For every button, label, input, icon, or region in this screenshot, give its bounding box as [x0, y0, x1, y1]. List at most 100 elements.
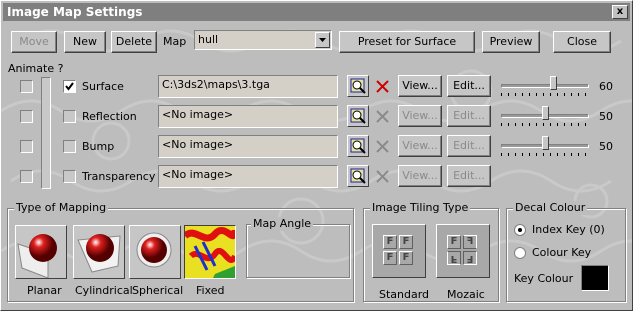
surface-browse-button[interactable] [347, 75, 369, 97]
cylindrical-mapping-button[interactable] [73, 225, 125, 279]
mozaic-tiling-button[interactable]: F F F F [436, 224, 490, 278]
map-select-value: hull [198, 33, 219, 46]
standard-tiling-button[interactable]: F F F F [372, 224, 426, 278]
colour-key-radio[interactable] [514, 247, 526, 259]
surface-label: Surface [82, 80, 124, 93]
spherical-label: Spherical [132, 284, 184, 297]
animate-label: Animate ? [8, 62, 64, 75]
key-colour-label: Key Colour [514, 272, 574, 285]
slider-thumb[interactable] [542, 136, 549, 150]
transparency-label: Transparency [82, 170, 156, 183]
animate-checkbox-reflection[interactable] [20, 110, 33, 123]
slider-thumb[interactable] [542, 106, 549, 120]
animate-checkbox-transparency[interactable] [20, 170, 33, 183]
bump-strength-slider[interactable] [501, 135, 589, 159]
reflection-strength-slider[interactable] [501, 105, 589, 129]
surface-view-button[interactable]: View... [398, 75, 442, 97]
slider-track [501, 84, 589, 88]
close-button[interactable]: Close [553, 31, 611, 53]
fixed-label: Fixed [196, 284, 225, 297]
surface-strength-slider[interactable] [501, 75, 589, 99]
slider-thumb[interactable] [550, 76, 557, 90]
cylindrical-map-icon [77, 234, 121, 273]
browse-icon [350, 168, 366, 184]
fixed-map-icon [185, 226, 235, 278]
animate-checkbox-surface[interactable] [20, 80, 33, 93]
chevron-down-icon[interactable] [315, 32, 330, 48]
tile-cell: F [463, 235, 477, 249]
delete-x-icon [376, 170, 389, 183]
spherical-map-icon [136, 232, 172, 268]
delete-x-icon [376, 140, 389, 153]
tile-cell: F [399, 251, 413, 265]
browse-icon [350, 138, 366, 154]
transparency-view-button[interactable]: View... [398, 165, 442, 187]
fixed-mapping-button[interactable] [184, 225, 236, 279]
window-title: Image Map Settings [7, 5, 143, 19]
browse-icon [350, 78, 366, 94]
bump-checkbox[interactable] [63, 140, 76, 153]
spherical-mapping-button[interactable] [129, 225, 181, 279]
bump-edit-button[interactable]: Edit... [447, 135, 491, 157]
transparency-path-field[interactable]: <No image> [158, 165, 338, 188]
tile-cell: F [383, 235, 397, 249]
surface-strength-value: 60 [599, 80, 613, 93]
checkmark-icon [65, 82, 74, 91]
transparency-browse-button[interactable] [347, 165, 369, 187]
title-close-button[interactable]: x [612, 5, 628, 19]
planar-mapping-button[interactable] [15, 225, 67, 279]
surface-checkbox[interactable] [63, 80, 76, 93]
animate-checkbox-bump[interactable] [20, 140, 33, 153]
standard-tiling-icon: F F F F [381, 233, 417, 269]
map-select[interactable]: hull [194, 30, 332, 50]
bump-view-button[interactable]: View... [398, 135, 442, 157]
tile-cell: F [463, 251, 477, 265]
surface-edit-button[interactable]: Edit... [447, 75, 491, 97]
reflection-path-field[interactable]: <No image> [158, 105, 338, 128]
preview-button[interactable]: Preview [482, 31, 540, 53]
index-key-label: Index Key (0) [532, 223, 605, 236]
browse-icon [350, 108, 366, 124]
slider-ticks [501, 93, 589, 96]
tile-cell: F [383, 251, 397, 265]
transparency-clear-button[interactable] [372, 167, 394, 187]
bump-strength-value: 50 [599, 140, 613, 153]
transparency-checkbox[interactable] [63, 170, 76, 183]
type-of-mapping-title: Type of Mapping [14, 201, 109, 215]
title-bar[interactable]: Image Map Settings x [3, 3, 630, 21]
mozaic-tiling-icon: F F F F [445, 233, 481, 269]
planar-map-icon [17, 234, 57, 278]
key-colour-swatch[interactable] [581, 265, 609, 291]
preset-for-surface-button[interactable]: Preset for Surface [339, 31, 475, 53]
tile-cell: F [447, 235, 461, 249]
map-label: Map [163, 35, 187, 48]
reflection-browse-button[interactable] [347, 105, 369, 127]
bump-clear-button[interactable] [372, 137, 394, 157]
delete-x-icon [376, 80, 389, 93]
colour-key-label: Colour Key [532, 246, 592, 259]
reflection-label: Reflection [82, 110, 137, 123]
reflection-clear-button[interactable] [372, 107, 394, 127]
new-button[interactable]: New [64, 31, 106, 53]
standard-label: Standard [379, 288, 430, 301]
surface-clear-button[interactable] [372, 77, 394, 97]
slider-ticks [501, 153, 589, 156]
mozaic-label: Mozaic [447, 288, 485, 301]
delete-x-icon [376, 110, 389, 123]
planar-label: Planar [27, 284, 62, 297]
bump-label: Bump [82, 140, 115, 153]
delete-button[interactable]: Delete [111, 31, 157, 53]
index-key-radio[interactable] [514, 224, 526, 236]
animate-bar [41, 77, 51, 189]
image-map-settings-window: Image Map Settings x Move New Delete Map… [0, 0, 633, 311]
move-button[interactable]: Move [11, 31, 57, 53]
reflection-checkbox[interactable] [63, 110, 76, 123]
slider-ticks [501, 123, 589, 126]
bump-path-field[interactable]: <No image> [158, 135, 338, 158]
image-tiling-title: Image Tiling Type [370, 201, 471, 215]
reflection-edit-button[interactable]: Edit... [447, 105, 491, 127]
surface-path-field[interactable]: C:\3ds2\maps\3.tga [158, 75, 338, 98]
reflection-view-button[interactable]: View... [398, 105, 442, 127]
bump-browse-button[interactable] [347, 135, 369, 157]
transparency-edit-button[interactable]: Edit... [447, 165, 491, 187]
